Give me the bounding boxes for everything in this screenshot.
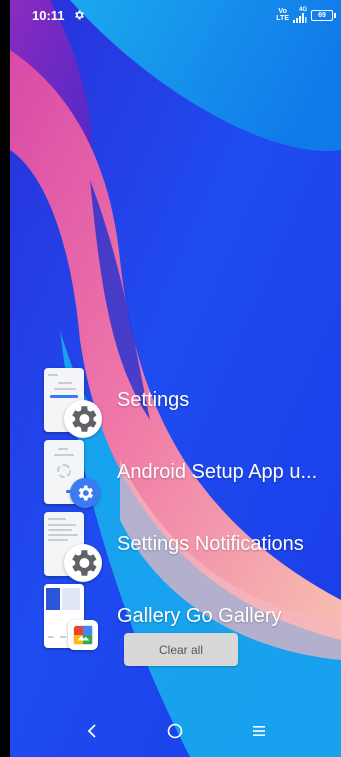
recent-app-label: Settings: [117, 388, 190, 411]
recents-button[interactable]: [239, 711, 279, 751]
status-time: 10:11: [32, 7, 65, 23]
app-thumbnail[interactable]: [44, 440, 100, 508]
back-button[interactable]: [72, 711, 112, 751]
recent-app-settings[interactable]: Settings: [44, 364, 334, 438]
battery-icon: 69: [311, 9, 336, 21]
app-thumbnail[interactable]: [44, 512, 102, 582]
signal-group: 4G: [293, 7, 307, 23]
recent-app-label: Gallery Go Gallery: [117, 604, 282, 627]
screen-edge: [0, 0, 10, 757]
recent-app-settings-notifications[interactable]: Settings Notifications: [44, 508, 334, 582]
app-thumbnail[interactable]: [44, 368, 102, 438]
clear-all-button[interactable]: Clear all: [124, 633, 238, 666]
gear-icon: [64, 544, 102, 582]
gear-icon: [64, 400, 102, 438]
navigation-bar: [10, 705, 341, 757]
back-chevron-icon: [87, 724, 96, 738]
home-circle-icon: [168, 723, 183, 739]
settings-gear-icon: [74, 10, 84, 20]
status-left: 10:11: [32, 8, 85, 23]
menu-lines-icon: [253, 726, 266, 736]
volte-icon: Vo LTE: [276, 8, 289, 22]
recent-app-label: Settings Notifications: [117, 532, 304, 555]
status-bar: 10:11 Vo LTE 4G 69: [10, 0, 341, 30]
signal-icon: [293, 13, 307, 23]
app-thumbnail[interactable]: [44, 584, 98, 650]
status-right: Vo LTE 4G 69: [276, 7, 336, 23]
recent-app-label: Android Setup App u...: [117, 460, 318, 483]
home-button[interactable]: [155, 711, 195, 751]
blue-gear-icon: [70, 478, 100, 508]
recent-apps-list: Settings Android Setup App u... Settings…: [44, 364, 334, 652]
recent-app-android-setup[interactable]: Android Setup App u...: [44, 436, 334, 508]
gallery-go-icon: [68, 620, 98, 650]
recent-apps-screen: 10:11 Vo LTE 4G 69 Settings Android Setu…: [0, 0, 341, 757]
